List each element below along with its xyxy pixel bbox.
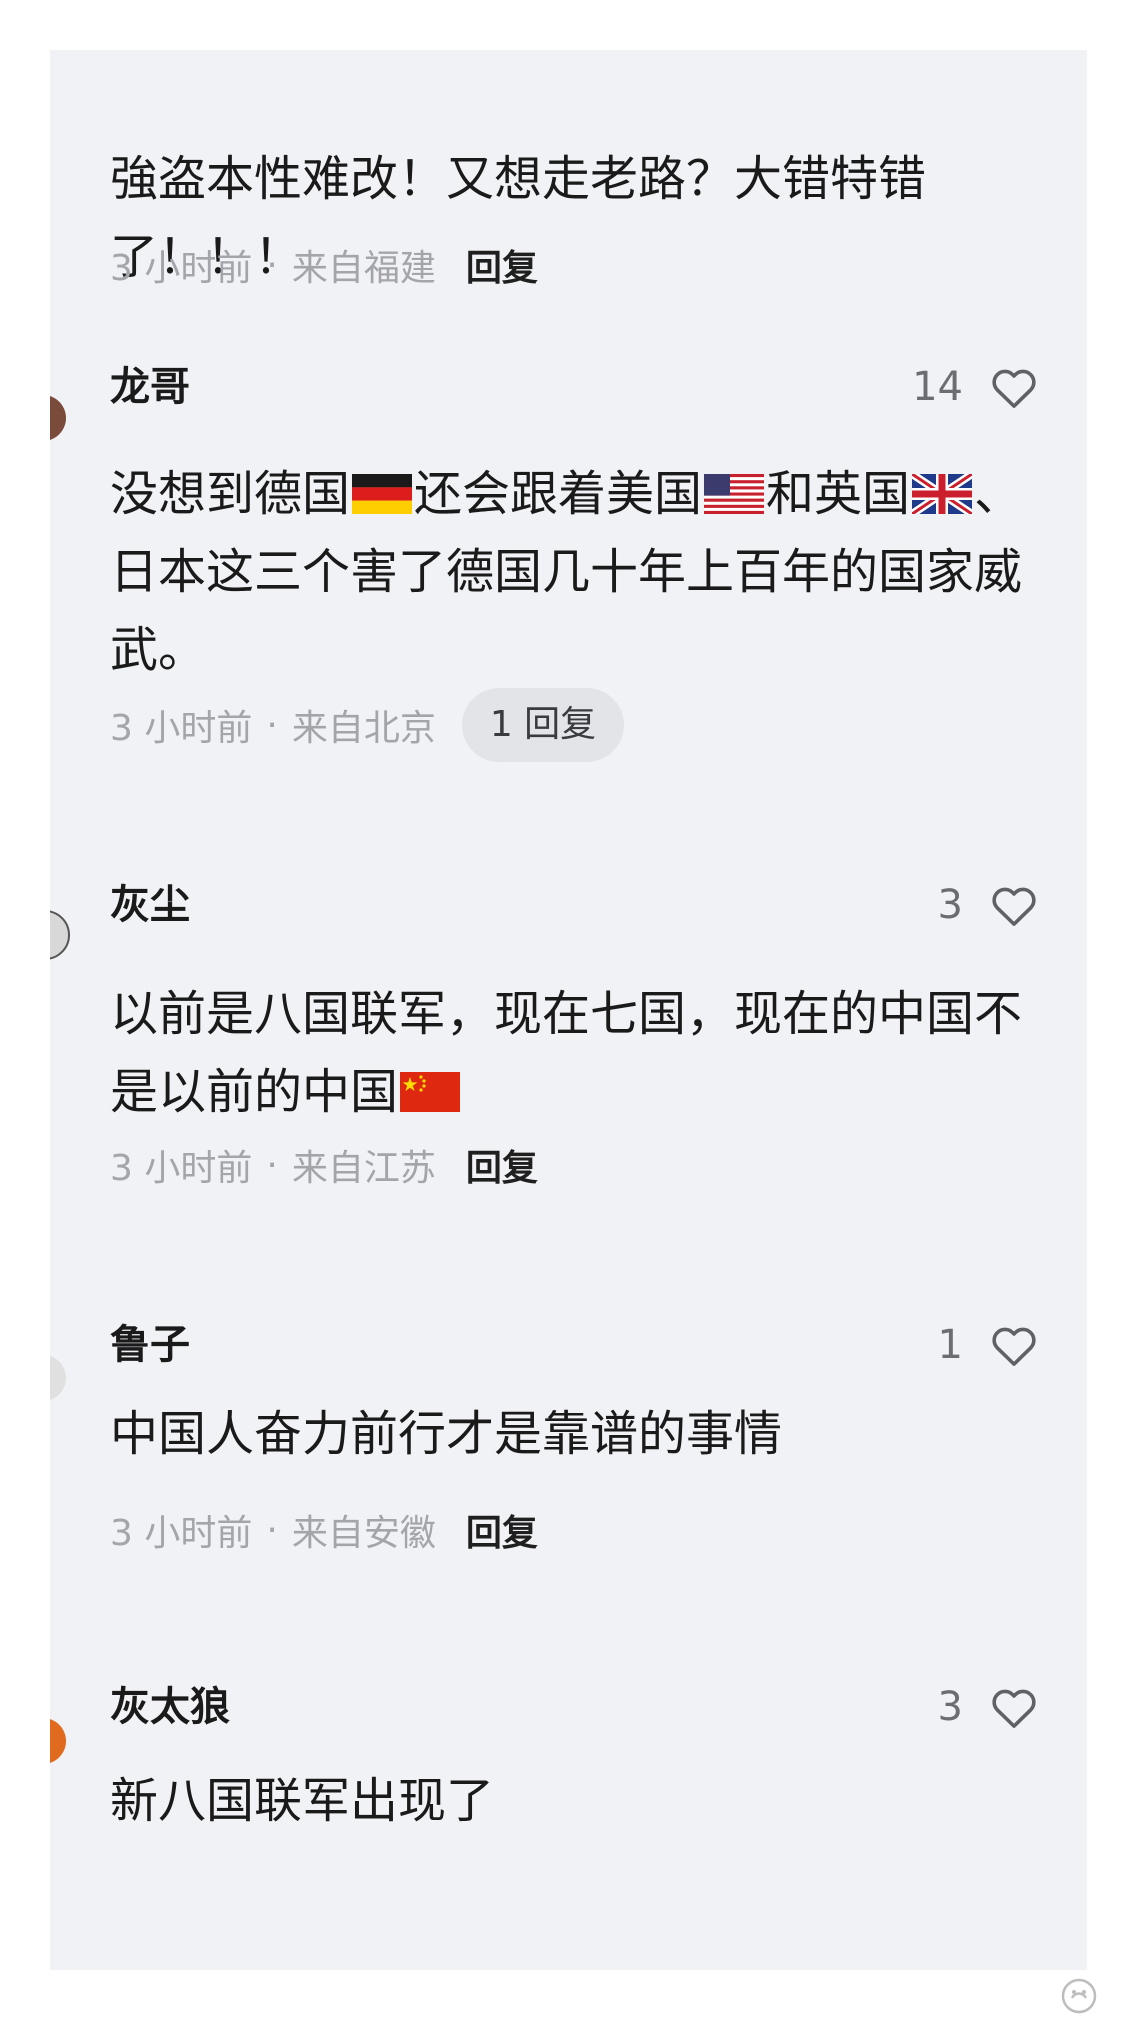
like-group[interactable]: 1 <box>938 1320 1041 1370</box>
view-replies-button[interactable]: 1 回复 <box>461 688 625 762</box>
like-count: 1 <box>937 1322 963 1368</box>
comment-username[interactable]: 灰尘 <box>110 880 190 930</box>
comment-text: 新八国联军出现了 <box>110 1773 495 1829</box>
watermark-logo-icon <box>1061 1978 1097 2014</box>
heart-outline-icon[interactable] <box>987 878 1041 932</box>
comment-time: 3 小时前 <box>110 248 253 289</box>
like-count: 3 <box>937 1684 963 1730</box>
china-flag-icon <box>400 1072 461 1112</box>
comment-text: 中国人奋力前行才是靠谱的事情 <box>110 1406 783 1462</box>
comment-username[interactable]: 灰太狼 <box>110 1682 230 1732</box>
comment-list: 強盗本性难改！又想走老路？大错特错了！！！ 3 小时前 · 来自福建 回复 龙哥… <box>50 50 1087 1970</box>
comment-time: 3 小时前 <box>110 708 253 749</box>
uk-flag-icon <box>912 474 973 514</box>
like-group[interactable]: 3 <box>938 880 1041 930</box>
heart-outline-icon[interactable] <box>987 1318 1041 1372</box>
meta-separator: · <box>266 244 278 286</box>
reply-button[interactable]: 回复 <box>466 239 538 291</box>
comment-time: 3 小时前 <box>110 1513 253 1554</box>
germany-flag-icon <box>352 474 413 514</box>
comment-username[interactable]: 鲁子 <box>110 1320 190 1370</box>
usa-flag-icon <box>704 474 765 514</box>
comment-time: 3 小时前 <box>110 1148 253 1189</box>
comment-location: 来自安徽 <box>291 1513 436 1554</box>
like-group[interactable]: 3 <box>938 1682 1041 1732</box>
comment-username[interactable]: 龙哥 <box>110 362 190 412</box>
like-count: 3 <box>937 882 963 928</box>
reply-button[interactable]: 回复 <box>466 1139 538 1191</box>
comment-text-part: 没想到德国 <box>110 466 351 522</box>
heart-outline-icon[interactable] <box>987 1680 1041 1734</box>
comment-text-part: 以前是八国联军，现在七国，现在的中国不是以前的中国 <box>110 986 1023 1120</box>
avatar[interactable] <box>50 1718 66 1764</box>
comment-location: 来自江苏 <box>291 1148 436 1189</box>
comment-text: 没想到德国 还会跟着美国 和英国 、日本这三个害了德国几十年上百年的国家威武。 <box>110 455 1040 689</box>
comment-meta: 3 小时前 · 来自江苏 回复 <box>110 1130 538 1200</box>
like-group[interactable]: 14 <box>912 362 1041 412</box>
comment-meta: 3 小时前 · 来自福建 回复 <box>110 230 538 300</box>
comment-location: 来自北京 <box>291 708 436 749</box>
comment-meta: 3 小时前 · 来自安徽 回复 <box>110 1495 538 1565</box>
comment-text-part: 和英国 <box>766 466 911 522</box>
comment-text: 以前是八国联军，现在七国，现在的中国不是以前的中国 <box>110 975 1040 1131</box>
avatar[interactable] <box>50 910 70 960</box>
comment-location: 来自福建 <box>291 248 436 289</box>
watermark <box>1059 1970 1099 2022</box>
meta-separator: · <box>266 1144 278 1186</box>
avatar[interactable] <box>50 395 66 441</box>
meta-separator: · <box>266 704 278 746</box>
heart-outline-icon[interactable] <box>987 360 1041 414</box>
like-count: 14 <box>912 364 963 410</box>
avatar[interactable] <box>50 1355 66 1401</box>
bottom-margin <box>0 1970 1139 2022</box>
reply-button[interactable]: 回复 <box>466 1504 538 1556</box>
comment-text-part: 还会跟着美国 <box>414 466 703 522</box>
comment-meta: 3 小时前 · 来自北京 1 回复 <box>110 688 625 762</box>
meta-separator: · <box>266 1509 278 1551</box>
